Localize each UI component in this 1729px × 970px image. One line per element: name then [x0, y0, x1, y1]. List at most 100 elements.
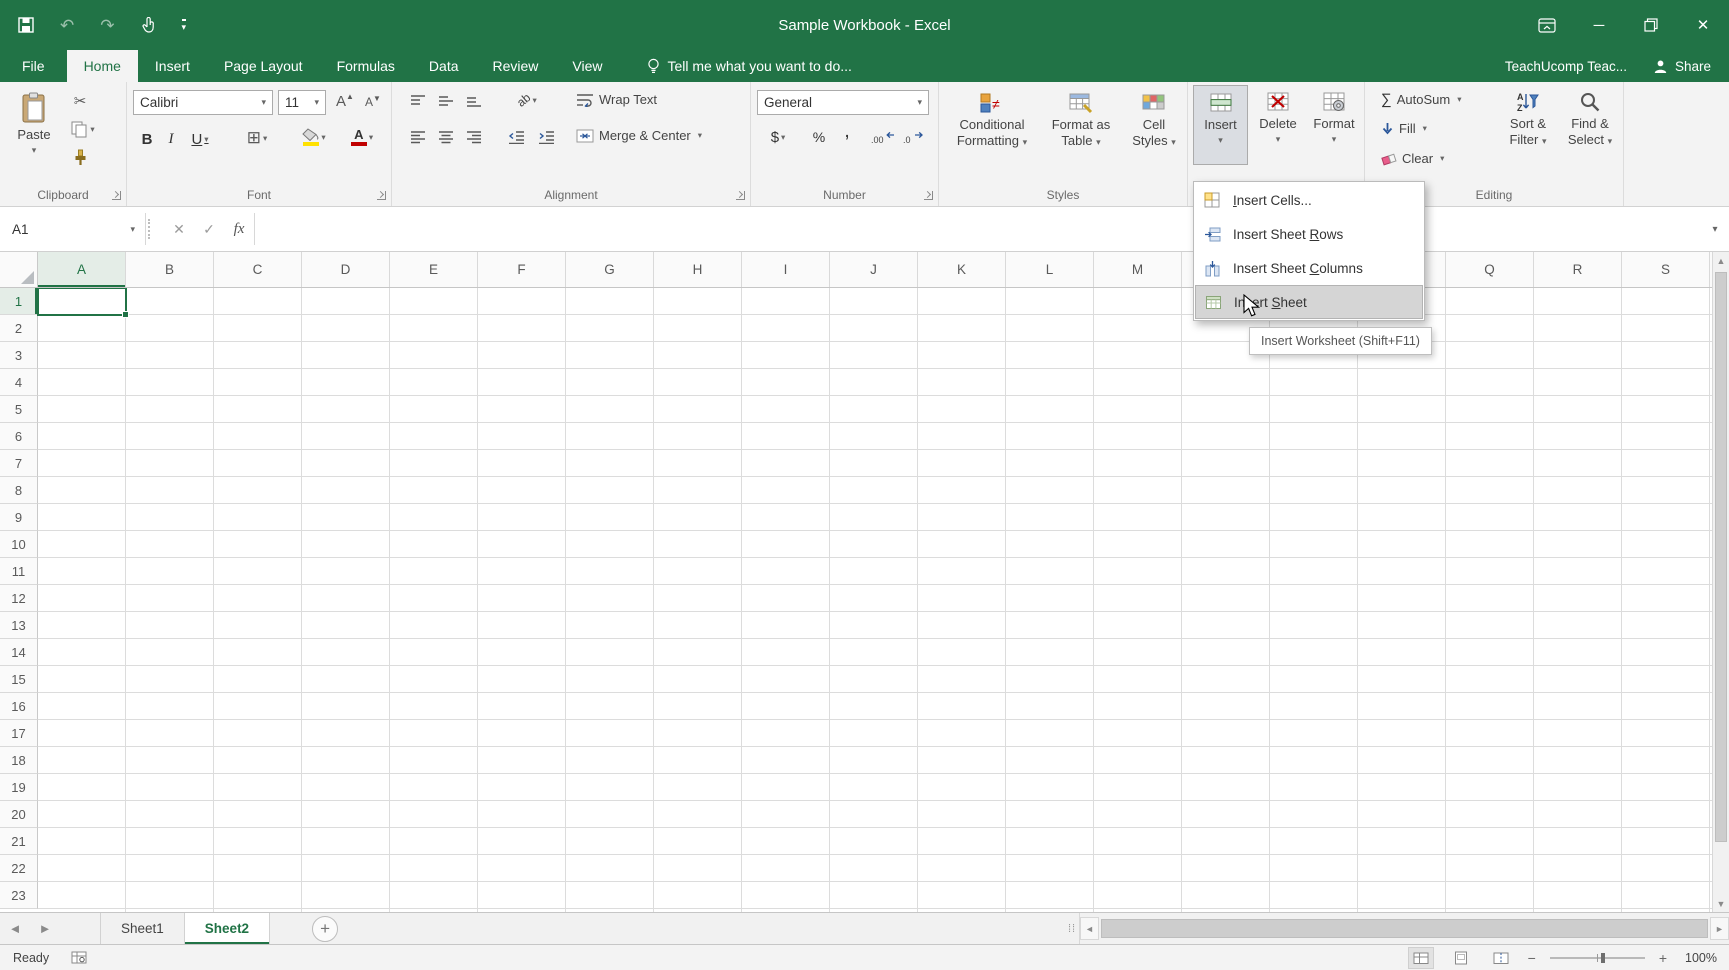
row-header-18[interactable]: 18 [0, 747, 38, 774]
align-center-button[interactable] [434, 126, 458, 148]
clear-button[interactable]: Clear ▾ [1381, 151, 1444, 166]
borders-button[interactable]: ⊞▾ [239, 127, 275, 149]
macro-record-icon[interactable] [71, 951, 87, 964]
decrease-font-size-button[interactable]: A▼ [361, 91, 385, 113]
column-header-q[interactable]: Q [1446, 252, 1534, 287]
font-color-dropdown-arrow[interactable]: ▾ [369, 132, 373, 143]
format-cells-button[interactable]: Format ▾ [1308, 85, 1360, 165]
cells-grid[interactable] [38, 288, 1712, 912]
row-header-14[interactable]: 14 [0, 639, 38, 666]
italic-button[interactable]: I [159, 128, 183, 150]
column-header-g[interactable]: G [566, 252, 654, 287]
format-painter-button[interactable] [68, 146, 92, 168]
row-header-16[interactable]: 16 [0, 693, 38, 720]
ribbon-display-options-icon[interactable] [1521, 0, 1573, 50]
font-size-combo[interactable]: 11▾ [278, 90, 326, 115]
column-header-l[interactable]: L [1006, 252, 1094, 287]
column-header-f[interactable]: F [478, 252, 566, 287]
cell-styles-button[interactable]: CellStyles ▾ [1123, 86, 1185, 170]
insert-dropdown-arrow[interactable]: ▾ [1218, 136, 1223, 145]
restore-icon[interactable] [1625, 0, 1677, 50]
page-layout-view-button[interactable] [1448, 947, 1474, 969]
scroll-down-arrow[interactable]: ▼ [1713, 895, 1729, 912]
sheet-tab-sheet2[interactable]: Sheet2 [185, 913, 270, 944]
bold-button[interactable]: B [135, 128, 159, 150]
paste-button[interactable]: Paste ▾ [8, 86, 60, 168]
row-header-9[interactable]: 9 [0, 504, 38, 531]
font-name-combo[interactable]: Calibri▾ [133, 90, 273, 115]
row-header-2[interactable]: 2 [0, 315, 38, 342]
increase-decimal-button[interactable]: .00 [869, 126, 897, 148]
redo-icon[interactable]: ↷ [100, 17, 114, 34]
row-header-22[interactable]: 22 [0, 855, 38, 882]
row-header-6[interactable]: 6 [0, 423, 38, 450]
tab-page-layout[interactable]: Page Layout [207, 50, 320, 82]
column-header-i[interactable]: I [742, 252, 830, 287]
row-header-12[interactable]: 12 [0, 585, 38, 612]
minimize-icon[interactable]: ─ [1573, 0, 1625, 50]
menu-item-insert-sheet[interactable]: Insert Sheet [1195, 285, 1423, 319]
column-header-a[interactable]: A [38, 252, 126, 287]
column-header-h[interactable]: H [654, 252, 742, 287]
customize-quick-access-icon[interactable]: ▾ [182, 19, 187, 32]
orientation-button[interactable]: ab▾ [508, 89, 546, 111]
column-header-s[interactable]: S [1622, 252, 1710, 287]
top-align-button[interactable] [406, 90, 430, 112]
format-dropdown-arrow[interactable]: ▾ [1332, 135, 1337, 144]
fill-color-dropdown-arrow[interactable]: ▾ [321, 132, 325, 143]
row-header-20[interactable]: 20 [0, 801, 38, 828]
expand-formula-bar-icon[interactable]: ▾ [1701, 207, 1729, 251]
sheet-nav-left-icon[interactable]: ◄ [0, 913, 30, 944]
increase-indent-button[interactable] [534, 126, 558, 148]
row-header-10[interactable]: 10 [0, 531, 38, 558]
vertical-scrollbar[interactable]: ▲ ▼ [1712, 252, 1729, 912]
percent-style-button[interactable]: % [807, 126, 831, 148]
enter-formula-icon[interactable]: ✓ [194, 207, 224, 251]
horizontal-scroll-thumb[interactable] [1101, 919, 1708, 938]
row-header-13[interactable]: 13 [0, 612, 38, 639]
column-header-d[interactable]: D [302, 252, 390, 287]
format-as-table-dropdown-arrow[interactable]: ▾ [1096, 137, 1101, 147]
normal-view-button[interactable] [1408, 947, 1434, 969]
number-format-dropdown-arrow[interactable]: ▾ [917, 97, 922, 108]
bottom-align-button[interactable] [462, 90, 486, 112]
scroll-left-arrow[interactable]: ◄ [1080, 917, 1099, 940]
accounting-dropdown-arrow[interactable]: ▾ [781, 132, 785, 143]
merge-center-dropdown-arrow[interactable]: ▾ [698, 130, 702, 141]
tab-home[interactable]: Home [67, 50, 138, 82]
fill-button[interactable]: Fill ▾ [1381, 121, 1427, 136]
format-as-table-button[interactable]: Format asTable ▾ [1043, 86, 1119, 170]
fill-color-button[interactable]: ▾ [295, 126, 333, 148]
copy-dropdown-arrow[interactable]: ▾ [90, 124, 94, 135]
row-header-4[interactable]: 4 [0, 369, 38, 396]
find-select-button[interactable]: Find &Select ▾ [1561, 85, 1619, 169]
fill-dropdown-arrow[interactable]: ▾ [1423, 123, 1427, 134]
fill-handle[interactable] [122, 311, 129, 318]
font-dialog-launcher[interactable] [377, 191, 386, 200]
paste-dropdown-arrow[interactable]: ▾ [32, 146, 37, 155]
insert-function-button[interactable]: fx [224, 207, 254, 251]
menu-item-insert-sheet-rows[interactable]: Insert Sheet Rows [1195, 217, 1423, 251]
touch-mode-icon[interactable] [141, 17, 156, 33]
zoom-out-button[interactable]: − [1528, 950, 1536, 966]
comma-style-button[interactable]: , [835, 120, 859, 142]
row-header-1[interactable]: 1 [0, 288, 38, 315]
zoom-slider[interactable] [1550, 957, 1645, 959]
row-header-21[interactable]: 21 [0, 828, 38, 855]
select-all-corner[interactable] [0, 252, 38, 287]
number-dialog-launcher[interactable] [924, 191, 933, 200]
middle-align-button[interactable] [434, 90, 458, 112]
font-size-dropdown-arrow[interactable]: ▾ [314, 97, 319, 108]
cancel-formula-icon[interactable]: ✕ [164, 207, 194, 251]
delete-dropdown-arrow[interactable]: ▾ [1276, 135, 1281, 144]
scroll-up-arrow[interactable]: ▲ [1713, 252, 1729, 269]
accounting-format-button[interactable]: $▾ [761, 126, 795, 148]
row-header-11[interactable]: 11 [0, 558, 38, 585]
sort-filter-dropdown-arrow[interactable]: ▾ [1542, 136, 1547, 146]
tab-formulas[interactable]: Formulas [320, 50, 412, 82]
account-name[interactable]: TeachUcomp Teac... [1505, 59, 1627, 74]
copy-button[interactable]: ▾ [66, 118, 100, 140]
find-select-dropdown-arrow[interactable]: ▾ [1608, 136, 1613, 146]
increase-font-size-button[interactable]: A▲ [333, 90, 357, 112]
formula-bar-handle[interactable] [148, 219, 162, 239]
